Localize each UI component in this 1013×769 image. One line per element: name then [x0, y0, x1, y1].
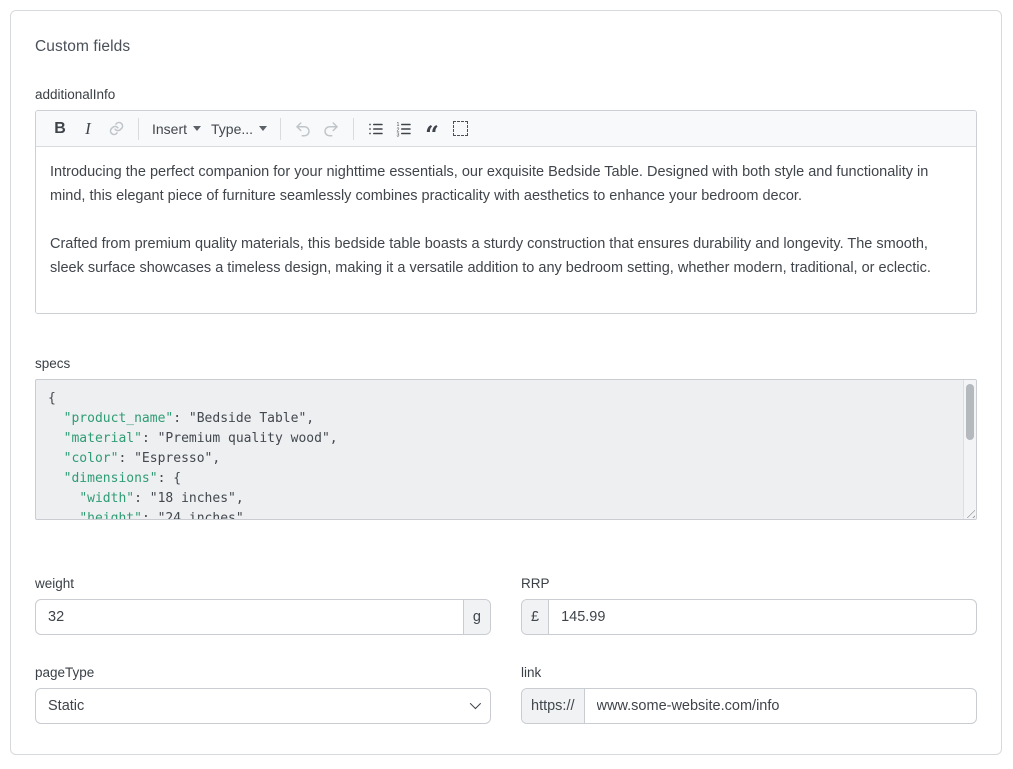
blockquote-icon: “: [425, 118, 439, 140]
link-input-group: https://: [521, 688, 977, 724]
specs-code-content[interactable]: { "product_name": "Bedside Table", "mate…: [36, 380, 976, 519]
rrp-label: RRP: [521, 576, 977, 591]
page-type-field: pageType Static: [35, 665, 491, 724]
undo-icon: [294, 120, 312, 138]
rrp-input[interactable]: [549, 600, 976, 634]
rrp-input-group: £: [521, 599, 977, 635]
weight-label: weight: [35, 576, 491, 591]
ordered-list-icon: 1 2 3: [395, 120, 413, 138]
rte-paragraph: Introducing the perfect companion for yo…: [50, 160, 962, 208]
form-row-1: weight g RRP £: [35, 576, 977, 635]
toolbar-divider: [353, 118, 354, 140]
specs-label: specs: [35, 356, 977, 371]
bullet-list-button[interactable]: [362, 115, 390, 143]
rich-text-editor: B I Insert Type...: [35, 110, 977, 314]
additional-info-label: additionalInfo: [35, 87, 977, 102]
chevron-down-icon: [259, 126, 267, 131]
link-icon: [108, 120, 125, 137]
weight-field: weight g: [35, 576, 491, 635]
redo-button[interactable]: [317, 115, 345, 143]
link-field: link https://: [521, 665, 977, 724]
svg-text:3: 3: [397, 132, 400, 138]
ordered-list-button[interactable]: 1 2 3: [390, 115, 418, 143]
chevron-down-icon: [193, 126, 201, 131]
custom-fields-card: Custom fields additionalInfo B I Ins: [10, 10, 1002, 755]
rte-paragraph: Crafted from premium quality materials, …: [50, 232, 962, 280]
code-line: "material": "Premium quality wood",: [48, 429, 952, 449]
specs-scrollbar-track[interactable]: [963, 380, 976, 519]
type-dropdown[interactable]: Type...: [206, 115, 272, 143]
form-row-2: pageType Static link https://: [35, 665, 977, 724]
weight-input[interactable]: [36, 600, 463, 634]
additional-info-field: additionalInfo B I Insert: [35, 87, 977, 314]
specs-scrollbar-thumb[interactable]: [966, 384, 974, 440]
specs-code-editor: { "product_name": "Bedside Table", "mate…: [35, 379, 977, 520]
code-line: "dimensions": {: [48, 469, 952, 489]
protocol-addon: https://: [522, 689, 585, 723]
code-line: "height": "24 inches",: [48, 509, 952, 519]
code-line: "width": "18 inches",: [48, 489, 952, 509]
italic-button[interactable]: I: [74, 115, 102, 143]
bullet-list-icon: [367, 120, 385, 138]
specs-field: specs { "product_name": "Bedside Table",…: [35, 356, 977, 520]
embed-block-button[interactable]: [446, 115, 474, 143]
blockquote-button[interactable]: “: [418, 115, 446, 143]
link-label: link: [521, 665, 977, 680]
link-input[interactable]: [585, 689, 976, 723]
redo-icon: [322, 120, 340, 138]
code-line: "product_name": "Bedside Table",: [48, 409, 952, 429]
toolbar-divider: [138, 118, 139, 140]
code-line: {: [48, 389, 952, 409]
bold-button[interactable]: B: [46, 115, 74, 143]
insert-dropdown[interactable]: Insert: [147, 115, 206, 143]
link-button[interactable]: [102, 115, 130, 143]
rrp-field: RRP £: [521, 576, 977, 635]
undo-button[interactable]: [289, 115, 317, 143]
rte-toolbar: B I Insert Type...: [36, 111, 976, 147]
page-type-label: pageType: [35, 665, 491, 680]
page-type-select[interactable]: Static: [35, 688, 491, 724]
weight-unit-addon: g: [463, 600, 490, 634]
page-type-select-wrap: Static: [35, 688, 491, 724]
card-title: Custom fields: [35, 38, 977, 56]
dashed-box-icon: [453, 121, 468, 136]
weight-input-group: g: [35, 599, 491, 635]
code-line: "color": "Espresso",: [48, 449, 952, 469]
toolbar-divider: [280, 118, 281, 140]
rte-content[interactable]: Introducing the perfect companion for yo…: [36, 147, 976, 313]
currency-addon: £: [522, 600, 549, 634]
